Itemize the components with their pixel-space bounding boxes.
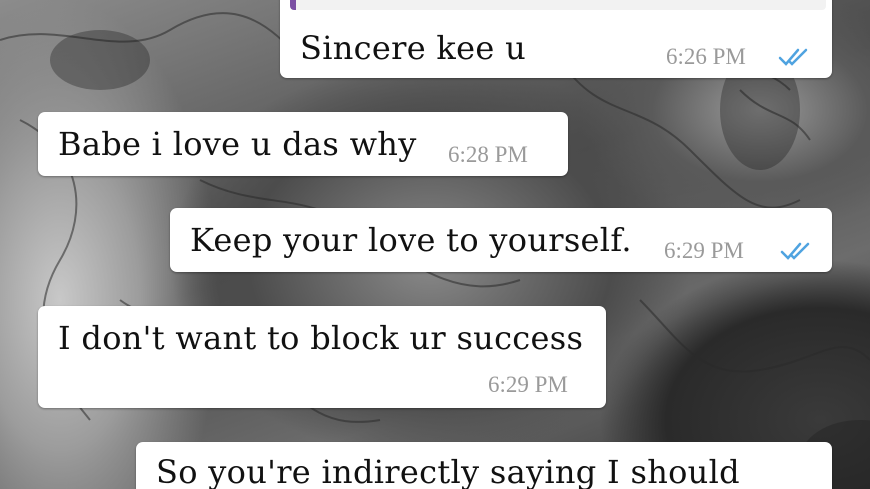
message-time: 6:28 PM (448, 142, 528, 167)
double-check-read-icon (778, 48, 808, 66)
message-time: 6:29 PM (488, 372, 568, 397)
message-text: Keep your love to yourself. (190, 221, 632, 259)
message-bubble-incoming[interactable]: Babe i love u das why 6:28 PM (38, 112, 568, 176)
message-text: So you're indirectly saying I should (156, 453, 740, 489)
double-check-read-icon (780, 242, 810, 260)
message-bubble-incoming[interactable]: I don't want to block ur success 6:29 PM (38, 306, 606, 408)
message-text: Sincere kee u (300, 29, 526, 67)
message-time: 6:26 PM (666, 44, 746, 69)
message-time: 6:29 PM (664, 238, 744, 263)
message-bubble-outgoing[interactable]: Keep your love to yourself. 6:29 PM (170, 208, 832, 272)
message-bubble-outgoing[interactable]: So you're indirectly saying I should (136, 442, 832, 489)
message-bubble-outgoing[interactable]: Sincere kee u 6:26 PM (280, 0, 832, 78)
message-text: Babe i love u das why (58, 125, 417, 163)
quoted-message-preview[interactable] (290, 0, 826, 10)
message-text: I don't want to block ur success (58, 319, 584, 357)
